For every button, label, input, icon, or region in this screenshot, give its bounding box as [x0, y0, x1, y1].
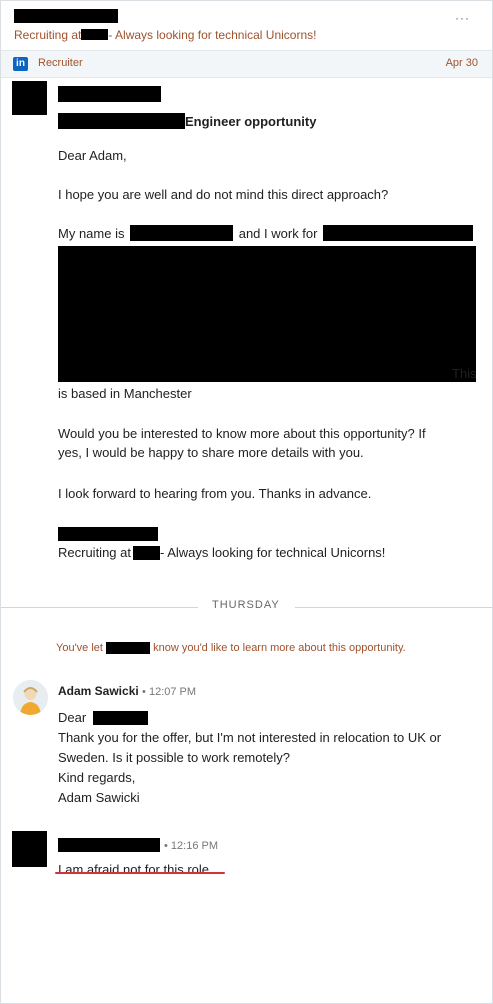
redacted-company — [81, 29, 109, 40]
redacted-note-name — [106, 642, 151, 654]
redacted-name — [130, 225, 234, 241]
message-time-2: • 12:16 PM — [164, 840, 218, 852]
final-reply-text: I am afraid not for this role — [58, 862, 210, 877]
headline-prefix: Recruiting at — [14, 28, 82, 42]
reply-line-2: Sweden. Is it possible to work remotely? — [58, 750, 290, 765]
reply-line-4: Adam Sawicki — [58, 790, 140, 805]
redacted-employer — [323, 225, 474, 241]
reply-greeting: Dear — [58, 708, 148, 728]
redacted-message-block — [58, 246, 476, 382]
linkedin-icon: in — [13, 57, 28, 71]
message-this-word: This — [452, 366, 477, 381]
message-paragraph-1: I hope you are well and do not mind this… — [58, 187, 389, 202]
headline-suffix: - Always looking for technical Unicorns! — [108, 28, 317, 42]
message-paragraph-3-line-1: Would you be interested to know more abo… — [58, 426, 426, 441]
divider-line-right — [295, 607, 492, 608]
redacted-signature-name — [58, 527, 158, 541]
redacted-subject-part — [58, 113, 185, 129]
divider-line-left — [1, 607, 198, 608]
message-intro-line: My name is and I work for — [58, 224, 474, 244]
red-underline-annotation — [55, 872, 225, 874]
source-label: Recruiter — [38, 57, 83, 69]
message-date: Apr 30 — [445, 57, 478, 69]
intro-text-2: and I work for — [238, 226, 318, 241]
message-source-bar: in Recruiter Apr 30 — [1, 50, 492, 78]
message-3-time: • 12:16 PM — [164, 838, 218, 852]
redacted-signature-company — [132, 546, 160, 560]
day-divider-label: THURSDAY — [212, 599, 280, 611]
message-signature: Recruiting at - Always looking for techni… — [58, 543, 385, 563]
note-prefix: You've let — [56, 642, 103, 654]
redacted-sender-name — [58, 86, 161, 102]
message-paragraph-4: I look forward to hearing from you. Than… — [58, 486, 372, 501]
avatar-image — [13, 680, 48, 715]
avatar[interactable] — [13, 680, 48, 715]
signature-prefix: Recruiting at — [58, 545, 131, 560]
signature-suffix: - Always looking for technical Unicorns! — [159, 545, 386, 560]
message-greeting: Dear Adam, — [58, 148, 127, 163]
reply-line-1: Thank you for the offer, but I'm not int… — [58, 730, 442, 745]
sender-name[interactable]: Adam Sawicki — [58, 684, 139, 698]
intro-text-1: My name is — [58, 226, 125, 241]
message-subject: Engineer opportunity — [58, 112, 316, 132]
recruiter-headline: Recruiting at - Always looking for techni… — [14, 28, 316, 42]
reply-greeting-text: Dear — [58, 710, 87, 725]
reply-line-3: Kind regards, — [58, 770, 136, 785]
more-options-icon[interactable]: ··· — [455, 11, 470, 25]
redacted-sender-avatar-2 — [12, 831, 47, 867]
message-location-line: is based in Manchester — [58, 386, 192, 401]
conversation-window: Recruiting at - Always looking for techni… — [0, 0, 493, 1004]
note-suffix: know you'd like to learn more about this… — [153, 642, 406, 654]
message-time: • 12:07 PM — [142, 686, 197, 698]
subject-text: Engineer opportunity — [185, 114, 317, 129]
message-sender-line: Adam Sawicki • 12:07 PM — [58, 684, 196, 698]
message-paragraph-3-line-2: yes, I would be happy to share more deta… — [58, 445, 364, 460]
redacted-recruiter-name — [14, 9, 118, 23]
redacted-sender-name-2 — [58, 838, 160, 852]
redacted-sender-avatar — [12, 81, 47, 115]
system-notification: You've let know you'd like to learn more… — [56, 642, 406, 654]
redacted-recipient — [92, 711, 148, 725]
